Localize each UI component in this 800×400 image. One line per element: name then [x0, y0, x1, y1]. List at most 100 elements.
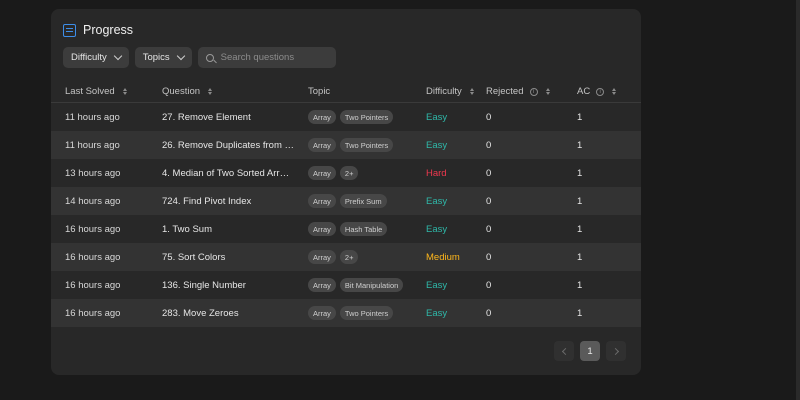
difficulty-cell: Easy [426, 279, 448, 291]
question-link[interactable]: 26. Remove Duplicates from Sorted Array [162, 131, 294, 159]
topic-tag[interactable]: Array [308, 110, 336, 124]
column-label: Difficulty [426, 86, 462, 97]
question-title: 27. Remove Element [162, 111, 251, 123]
sort-icon[interactable] [612, 88, 617, 95]
column-label: Question [162, 86, 201, 97]
progress-card: Progress Difficulty Topics Last Solved Q… [51, 9, 641, 375]
progress-list-icon [63, 23, 76, 37]
question-title: 136. Single Number [162, 279, 246, 291]
table-row[interactable]: 14 hours ago 724. Find Pivot Index Array… [51, 187, 641, 215]
difficulty-cell: Easy [426, 195, 448, 207]
last-solved-cell: 16 hours ago [65, 279, 121, 291]
sort-icon[interactable] [469, 88, 474, 95]
rejected-cell: 0 [486, 167, 492, 179]
search-box[interactable] [197, 47, 336, 68]
ac-cell: 1 [577, 167, 583, 179]
topic-tag[interactable]: Two Pointers [339, 306, 394, 320]
last-solved-cell: 11 hours ago [65, 111, 120, 123]
search-icon [205, 53, 214, 62]
rejected-cell: 0 [486, 139, 492, 151]
column-label: AC [577, 86, 591, 97]
chevron-down-icon [176, 51, 185, 61]
column-ac[interactable]: AC i [577, 86, 617, 97]
column-label: Topic [308, 86, 331, 97]
table-row[interactable]: 11 hours ago 27. Remove Element Array Tw… [51, 103, 641, 131]
column-label: Last Solved [65, 86, 115, 97]
topic-tag[interactable]: Two Pointers [339, 138, 394, 152]
topics-dropdown[interactable]: Topics [134, 47, 192, 68]
difficulty-dropdown[interactable]: Difficulty [63, 47, 129, 68]
difficulty-cell: Hard [426, 167, 447, 179]
page-title: Progress [83, 23, 134, 37]
column-last-solved[interactable]: Last Solved [65, 86, 127, 97]
table-row[interactable]: 16 hours ago 136. Single Number Array Bi… [51, 271, 641, 299]
ac-cell: 1 [577, 251, 583, 263]
rejected-cell: 0 [486, 279, 492, 291]
column-rejected[interactable]: Rejected i [486, 86, 550, 97]
last-solved-cell: 16 hours ago [65, 251, 121, 263]
question-title: 75. Sort Colors [162, 251, 226, 263]
last-solved-cell: 16 hours ago [65, 223, 121, 235]
topic-tag[interactable]: Array [308, 222, 336, 236]
ac-cell: 1 [577, 279, 583, 291]
table-row[interactable]: 11 hours ago 26. Remove Duplicates from … [51, 131, 641, 159]
topic-tag[interactable]: Array [308, 250, 336, 264]
topic-tag[interactable]: Array [308, 306, 336, 320]
ac-cell: 1 [577, 307, 583, 319]
chevron-left-icon [561, 347, 569, 355]
question-link[interactable]: 27. Remove Element [162, 103, 294, 131]
topic-tag[interactable]: Array [308, 138, 336, 152]
page-1-button[interactable]: 1 [580, 341, 600, 361]
topic-cell: Array Prefix Sum [308, 187, 387, 215]
sort-icon[interactable] [208, 88, 213, 95]
topic-tag[interactable]: 2+ [339, 250, 359, 264]
last-solved-cell: 13 hours ago [65, 167, 121, 179]
table-row[interactable]: 13 hours ago 4. Median of Two Sorted Arr… [51, 159, 641, 187]
topic-tag[interactable]: Bit Manipulation [339, 278, 404, 292]
table-row[interactable]: 16 hours ago 283. Move Zeroes Array Two … [51, 299, 641, 327]
topic-tag[interactable]: Array [308, 278, 336, 292]
question-link[interactable]: 1. Two Sum [162, 215, 294, 243]
topic-tag[interactable]: 2+ [339, 166, 359, 180]
difficulty-cell: Easy [426, 111, 448, 123]
rejected-cell: 0 [486, 251, 492, 263]
question-link[interactable]: 4. Median of Two Sorted Arrays [162, 159, 294, 187]
topic-tag[interactable]: Hash Table [339, 222, 388, 236]
topic-tag[interactable]: Prefix Sum [339, 194, 387, 208]
rejected-cell: 0 [486, 111, 492, 123]
question-title: 4. Median of Two Sorted Arrays [162, 167, 294, 179]
ac-cell: 1 [577, 111, 583, 123]
table-row[interactable]: 16 hours ago 1. Two Sum Array Hash Table… [51, 215, 641, 243]
column-question[interactable]: Question [162, 86, 213, 97]
column-difficulty[interactable]: Difficulty [426, 86, 474, 97]
difficulty-cell: Medium [426, 251, 460, 263]
next-page-button[interactable] [606, 341, 626, 361]
topic-cell: Array Two Pointers [308, 299, 394, 327]
question-link[interactable]: 136. Single Number [162, 271, 294, 299]
table-row[interactable]: 16 hours ago 75. Sort Colors Array 2+ Me… [51, 243, 641, 271]
topic-tag[interactable]: Array [308, 166, 336, 180]
question-title: 1. Two Sum [162, 223, 212, 235]
difficulty-dropdown-label: Difficulty [71, 52, 107, 63]
difficulty-cell: Easy [426, 307, 448, 319]
topic-cell: Array Two Pointers [308, 131, 394, 159]
table-header: Last Solved Question Topic Difficulty Re… [51, 81, 641, 103]
prev-page-button[interactable] [554, 341, 574, 361]
topic-tag[interactable]: Two Pointers [339, 110, 394, 124]
question-link[interactable]: 283. Move Zeroes [162, 299, 294, 327]
info-icon[interactable]: i [596, 87, 605, 96]
last-solved-cell: 11 hours ago [65, 139, 120, 151]
question-link[interactable]: 724. Find Pivot Index [162, 187, 294, 215]
sort-icon[interactable] [545, 88, 550, 95]
ac-cell: 1 [577, 195, 583, 207]
search-input[interactable] [220, 52, 331, 63]
chevron-down-icon [113, 51, 122, 61]
rejected-cell: 0 [486, 307, 492, 319]
sort-icon[interactable] [122, 88, 127, 95]
topic-tag[interactable]: Array [308, 194, 336, 208]
question-link[interactable]: 75. Sort Colors [162, 243, 294, 271]
topic-cell: Array 2+ [308, 159, 359, 187]
pagination: 1 [554, 341, 626, 361]
topic-cell: Array Bit Manipulation [308, 271, 404, 299]
info-icon[interactable]: i [529, 87, 538, 96]
